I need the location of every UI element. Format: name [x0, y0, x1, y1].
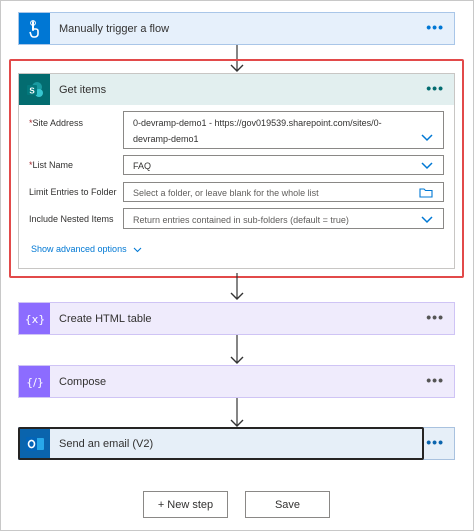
save-button[interactable]: Save — [245, 491, 330, 518]
send-email-selected-outline — [18, 427, 424, 460]
list-name-label: *List Name — [29, 160, 74, 170]
trigger-card[interactable]: Manually trigger a flow ••• — [18, 12, 455, 45]
get-items-header[interactable]: S Get items — [19, 74, 454, 105]
data-operation-icon: {/} — [19, 366, 50, 397]
chevron-down-icon[interactable] — [421, 162, 433, 170]
compose-title: Compose — [59, 375, 107, 388]
get-items-title: Get items — [59, 83, 107, 96]
touch-icon — [19, 13, 50, 44]
compose-card[interactable]: {/} Compose ••• — [18, 365, 455, 398]
trigger-more-button[interactable]: ••• — [426, 20, 444, 34]
connector-arrow — [230, 273, 244, 300]
sharepoint-icon: S — [19, 74, 50, 105]
create-html-table-card[interactable]: {x} Create HTML table ••• — [18, 302, 455, 335]
include-nested-value: Return entries contained in sub-folders … — [133, 215, 349, 225]
trigger-card-header[interactable]: Manually trigger a flow — [19, 13, 454, 44]
list-name-dropdown[interactable]: FAQ — [123, 155, 444, 175]
limit-entries-label: Limit Entries to Folder — [29, 187, 117, 197]
get-items-more-button[interactable]: ••• — [426, 81, 444, 95]
chevron-down-icon — [133, 247, 142, 252]
create-html-table-header[interactable]: {x} Create HTML table — [19, 303, 454, 334]
include-nested-dropdown[interactable]: Return entries contained in sub-folders … — [123, 208, 444, 229]
chevron-down-icon[interactable] — [421, 216, 433, 224]
compose-header[interactable]: {/} Compose — [19, 366, 454, 397]
svg-text:{/}: {/} — [26, 376, 44, 389]
svg-text:S: S — [29, 86, 35, 95]
folder-icon[interactable] — [419, 187, 433, 198]
limit-entries-placeholder: Select a folder, or leave blank for the … — [133, 188, 319, 198]
chevron-down-icon[interactable] — [421, 134, 433, 142]
compose-more-button[interactable]: ••• — [426, 373, 444, 387]
list-name-value: FAQ — [133, 161, 152, 171]
include-nested-label: Include Nested Items — [29, 214, 114, 224]
site-address-field[interactable]: 0-devramp-demo1 - https://gov019539.shar… — [123, 111, 444, 149]
connector-arrow — [230, 335, 244, 364]
new-step-button[interactable]: + New step — [143, 491, 228, 518]
show-advanced-options-link[interactable]: Show advanced options — [31, 244, 142, 254]
trigger-title: Manually trigger a flow — [59, 22, 170, 35]
send-email-more-button[interactable]: ••• — [426, 435, 444, 449]
site-address-label: *Site Address — [29, 118, 84, 128]
create-html-table-title: Create HTML table — [59, 312, 152, 325]
create-html-table-more-button[interactable]: ••• — [426, 310, 444, 324]
site-address-value-line2: devramp-demo1 — [133, 134, 199, 144]
limit-entries-field[interactable]: Select a folder, or leave blank for the … — [123, 182, 444, 202]
site-address-value-line1: 0-devramp-demo1 - https://gov019539.shar… — [133, 118, 382, 128]
svg-text:{x}: {x} — [26, 313, 44, 326]
data-operation-icon: {x} — [19, 303, 50, 334]
connector-arrow — [230, 398, 244, 427]
